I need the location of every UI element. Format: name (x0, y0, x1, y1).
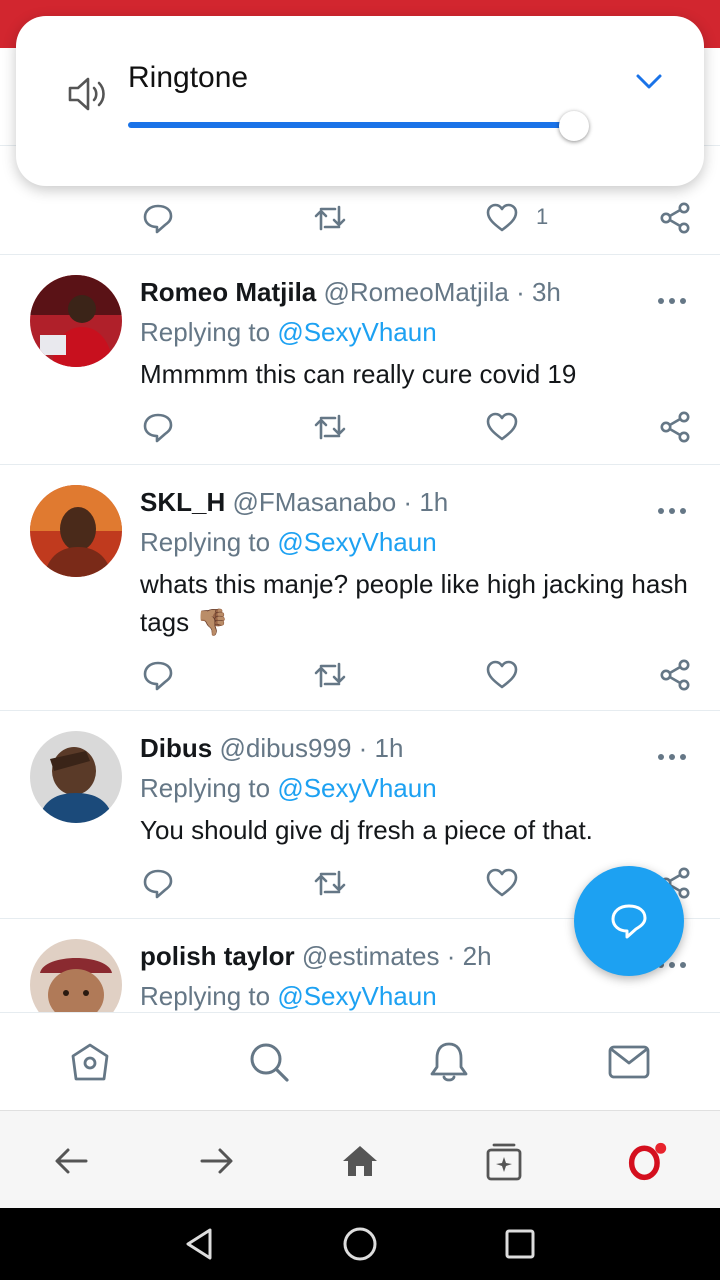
more-options-icon[interactable] (656, 291, 688, 311)
search-icon[interactable] (246, 1039, 292, 1085)
twitter-bottom-nav (0, 1012, 720, 1110)
reply-icon[interactable] (138, 407, 178, 447)
tweet-actions (0, 407, 720, 447)
replying-to-label: Replying to (140, 773, 271, 803)
tweet-header: polish taylor @estimates · 2h (140, 941, 492, 972)
volume-stream-title: Ringtone (128, 61, 249, 94)
home-icon[interactable] (67, 1039, 113, 1085)
browser-home-icon[interactable] (340, 1141, 380, 1181)
share-icon[interactable] (655, 198, 695, 238)
author-handle[interactable]: @estimates (302, 941, 440, 971)
author-handle[interactable]: @FMasanabo (232, 487, 396, 517)
notifications-icon[interactable] (426, 1039, 472, 1085)
more-options-icon[interactable] (656, 747, 688, 767)
retweet-icon[interactable] (310, 863, 350, 903)
separator: · (446, 941, 456, 971)
share-icon[interactable] (655, 655, 695, 695)
forward-arrow-icon[interactable] (196, 1141, 236, 1181)
author-name[interactable]: Romeo Matjila (140, 277, 316, 307)
avatar[interactable] (30, 731, 122, 823)
mention-link[interactable]: @SexyVhaun (277, 773, 436, 803)
reply-icon[interactable] (138, 198, 178, 238)
tweet-header: Romeo Matjila @RomeoMatjila · 3h (140, 277, 561, 308)
recents-square-icon[interactable] (502, 1226, 538, 1262)
author-name[interactable]: polish taylor (140, 941, 295, 971)
volume-slider-track[interactable] (128, 122, 575, 128)
like-icon[interactable] (482, 407, 522, 447)
avatar[interactable] (30, 275, 122, 367)
like-count: 1 (536, 204, 549, 229)
tweet-actions: 1 (0, 198, 720, 238)
replying-to-label: Replying to (140, 527, 271, 557)
tweet-text: Mmmmm this can really cure covid 19 (140, 359, 577, 389)
avatar[interactable] (30, 939, 122, 1012)
browser-toolbar (0, 1110, 720, 1208)
android-nav-bar (0, 1208, 720, 1280)
tweet-header: Dibus @dibus999 · 1h (140, 733, 403, 764)
author-handle[interactable]: @RomeoMatjila (323, 277, 508, 307)
separator: · (516, 277, 525, 307)
author-name[interactable]: Dibus (140, 733, 212, 763)
compose-reply-icon (611, 904, 647, 939)
author-name[interactable]: SKL_H (140, 487, 225, 517)
retweet-icon[interactable] (310, 198, 350, 238)
mention-link[interactable]: @SexyVhaun (277, 527, 436, 557)
tweet-time: 1h (419, 487, 449, 517)
separator: · (358, 733, 368, 763)
like-icon[interactable] (482, 655, 522, 695)
opera-icon[interactable] (628, 1141, 672, 1181)
chevron-down-icon[interactable] (632, 66, 666, 96)
tweet[interactable]: Romeo Matjila @RomeoMatjila · 3h Replyin… (0, 254, 720, 464)
retweet-icon[interactable] (310, 655, 350, 695)
tweet[interactable]: SKL_H @FMasanabo · 1h Replying to @SexyV… (0, 464, 720, 710)
tweet-time: 3h (531, 277, 561, 307)
replying-to: Replying to @SexyVhaun (140, 981, 437, 1012)
mention-link[interactable]: @SexyVhaun (277, 317, 436, 347)
messages-icon[interactable] (606, 1039, 652, 1085)
more-options-icon[interactable] (656, 501, 688, 521)
volume-slider-thumb[interactable] (559, 111, 590, 141)
tweet-text: whats this manje? people like high jacki… (140, 569, 688, 637)
like-icon[interactable] (482, 198, 522, 238)
author-handle[interactable]: @dibus999 (219, 733, 351, 763)
like-icon[interactable] (482, 863, 522, 903)
separator: · (403, 487, 413, 517)
replying-to-label: Replying to (140, 317, 271, 347)
tabs-icon[interactable] (484, 1141, 524, 1181)
back-triangle-icon[interactable] (182, 1226, 218, 1262)
avatar[interactable] (30, 485, 122, 577)
tweet-time: 2h (462, 941, 492, 971)
speaker-icon[interactable] (66, 74, 110, 114)
tweet-text: You should give dj fresh a piece of that… (140, 815, 593, 845)
share-icon[interactable] (655, 407, 695, 447)
reply-icon[interactable] (138, 655, 178, 695)
mention-link[interactable]: @SexyVhaun (277, 981, 436, 1011)
replying-to: Replying to @SexyVhaun (140, 527, 437, 558)
volume-popup: Ringtone (16, 16, 704, 186)
tweet-time: 1h (374, 733, 404, 763)
replying-to-label: Replying to (140, 981, 271, 1011)
back-arrow-icon[interactable] (52, 1141, 92, 1181)
replying-to: Replying to @SexyVhaun (140, 317, 437, 348)
home-circle-icon[interactable] (342, 1226, 378, 1262)
reply-icon[interactable] (138, 863, 178, 903)
retweet-icon[interactable] (310, 407, 350, 447)
compose-reply-button[interactable] (574, 866, 684, 976)
tweet-header: SKL_H @FMasanabo · 1h (140, 487, 448, 518)
tweet-actions (0, 655, 720, 695)
replying-to: Replying to @SexyVhaun (140, 773, 437, 804)
